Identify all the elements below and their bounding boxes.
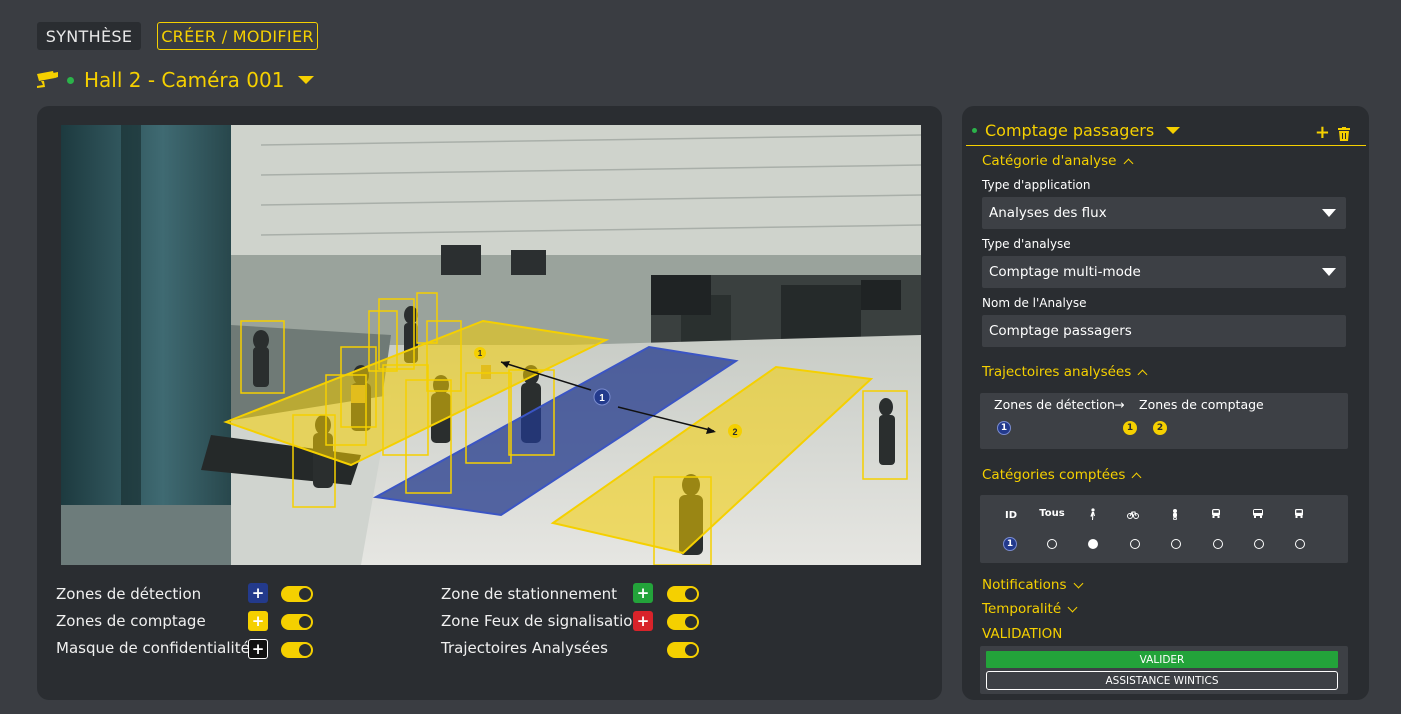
camera-dropdown-icon[interactable] [298,76,315,84]
analysis-config-panel: Comptage passagers + Catégorie d'analyse… [962,106,1369,700]
dropdown-arrow-icon [1322,268,1336,276]
category-section-header[interactable]: Catégorie d'analyse [982,153,1133,169]
radio-bicycle[interactable] [1130,539,1140,549]
chevron-up-icon [1131,472,1142,482]
chevron-down-icon [1073,578,1083,589]
detection-zone-id-badge: 1 [997,421,1011,435]
trajectories-section-label: Trajectoires analysées [982,364,1132,380]
column-id: ID [1004,510,1018,521]
svg-text:1: 1 [478,349,483,358]
trajectories-section-header[interactable]: Trajectoires analysées [982,364,1148,380]
add-counting-zone-button[interactable]: + [248,611,268,631]
validation-section-header: VALIDATION [982,626,1062,642]
validate-button[interactable]: VALIDER [986,651,1338,668]
legend-counting-label: Zones de comptage [56,612,206,630]
app-type-label: Type d'application [982,178,1091,192]
column-all: Tous [1039,508,1065,519]
bicycle-icon [1127,511,1139,519]
app-type-select[interactable]: Analyses des flux [982,197,1346,229]
legend-privacy-label: Masque de confidentialité [56,639,250,657]
truck-icon [1295,509,1303,518]
legend-trajectories-label: Trajectoires Analysées [441,639,608,657]
analysis-name-input[interactable]: Comptage passagers [982,315,1346,347]
camera-view-panel: 1 1 2 Zones de détection + Zones de comp… [37,106,942,700]
notifications-section-header[interactable]: Notifications [982,577,1083,593]
analysis-type-value: Comptage multi-mode [989,264,1141,280]
radio-truck[interactable] [1295,539,1305,549]
legend-detection-label: Zones de détection [56,585,202,603]
temporality-section-header[interactable]: Temporalité [982,601,1078,617]
counted-section-label: Catégories comptées [982,467,1126,483]
trajectories-toggle[interactable] [667,642,699,658]
privacy-mask-toggle[interactable] [281,642,313,658]
legend-traffic-light-label: Zone Feux de signalisation [441,612,642,630]
radio-pedestrian[interactable] [1088,539,1098,549]
motorcycle-icon [1173,509,1177,520]
trash-icon[interactable] [1338,127,1350,141]
traffic-light-toggle[interactable] [667,614,699,630]
pedestrian-icon [1090,508,1095,520]
validation-label: VALIDATION [982,626,1063,642]
analysis-selector[interactable]: Comptage passagers + [966,116,1366,146]
parking-zone-toggle[interactable] [667,586,699,602]
analysis-dropdown-icon[interactable] [1166,127,1181,134]
bus-icon [1253,509,1263,518]
camera-selector[interactable]: Hall 2 - Caméra 001 [35,64,315,96]
radio-bus[interactable] [1254,539,1264,549]
camera-title: Hall 2 - Caméra 001 [84,68,285,92]
app-type-value: Analyses des flux [989,205,1107,221]
counting-zones-toggle[interactable] [281,614,313,630]
category-row-id: 1 [1003,537,1017,551]
radio-all[interactable] [1047,539,1057,549]
car-icon [1212,509,1220,518]
add-detection-zone-button[interactable]: + [248,583,268,603]
camera-feed: 1 1 2 [61,125,921,565]
chevron-up-icon [1137,369,1148,379]
analysis-name-label: Nom de l'Analyse [982,296,1087,310]
tab-synthese[interactable]: SYNTHÈSE [37,22,141,50]
category-section-label: Catégorie d'analyse [982,153,1117,169]
analysis-type-select[interactable]: Comptage multi-mode [982,256,1346,288]
add-privacy-mask-button[interactable]: + [248,639,268,659]
temporality-label: Temporalité [982,601,1062,617]
analysis-type-label: Type d'analyse [982,237,1071,251]
cctv-camera-icon [37,71,58,88]
detection-zones-toggle[interactable] [281,586,313,602]
camera-feed-canvas: 1 1 2 [61,125,921,565]
counting-zone-id-badge: 1 [1123,421,1137,435]
legend-parking-label: Zone de stationnement [441,585,618,603]
detection-zones-label: Zones de détection [994,397,1115,412]
trajectory-arrow-icon: → [1114,397,1125,412]
chevron-down-icon [1067,602,1078,613]
svg-text:2: 2 [732,427,737,437]
radio-car[interactable] [1213,539,1223,549]
add-traffic-light-zone-button[interactable]: + [633,611,653,631]
analysis-name-value: Comptage passagers [989,323,1132,339]
counting-zones-label: Zones de comptage [1139,397,1264,412]
assistance-button[interactable]: ASSISTANCE WINTICS [986,671,1338,690]
trajectories-box: Zones de détection → Zones de comptage 1… [980,393,1348,449]
analysis-title: Comptage passagers [985,121,1155,140]
add-analysis-icon[interactable]: + [1315,122,1330,143]
tab-creer-modifier[interactable]: CRÉER / MODIFIER [157,22,318,50]
analysis-status-dot [972,128,977,133]
chevron-up-icon [1123,158,1133,168]
add-parking-zone-button[interactable]: + [633,583,653,603]
dropdown-arrow-icon [1322,209,1336,217]
radio-motorcycle[interactable] [1171,539,1181,549]
counting-zone-id-badge: 2 [1153,421,1167,435]
notifications-label: Notifications [982,577,1067,593]
counted-categories-table: ID Tous 1 [980,495,1348,563]
svg-text:1: 1 [599,393,605,404]
counted-section-header[interactable]: Catégories comptées [982,467,1142,483]
camera-status-dot [67,76,74,84]
